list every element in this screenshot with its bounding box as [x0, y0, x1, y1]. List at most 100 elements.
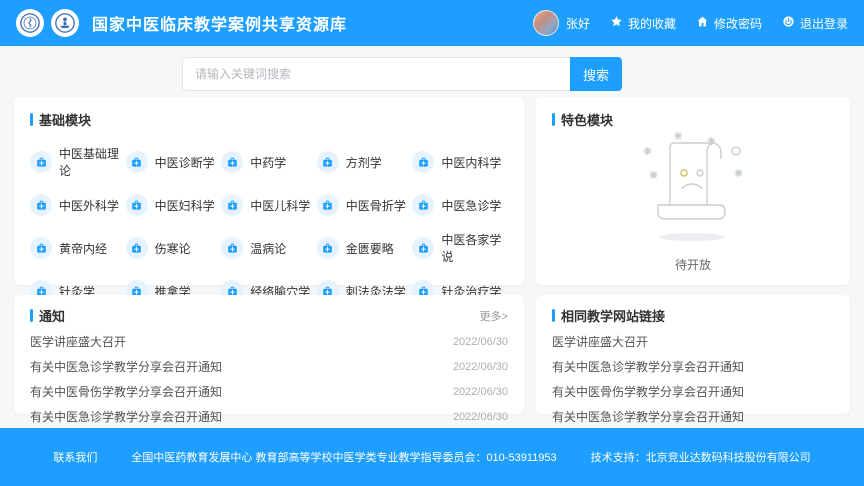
module-item-wenbing-lun[interactable]: 温病论 [221, 231, 317, 265]
module-label: 中医急诊学 [441, 197, 501, 214]
module-item-tcm-diagnostics[interactable]: 中医诊断学 [126, 145, 222, 179]
notice-title: 有关中医骨伤学教学分享会召开通知 [30, 383, 222, 400]
medical-kit-icon [412, 151, 434, 173]
module-label: 黄帝内经 [59, 240, 107, 257]
module-item-chinese-pharmacy[interactable]: 中药学 [221, 145, 317, 179]
footer-tech-support-text: 技术支持：北京竞业达数码科技股份有限公司 [591, 449, 811, 465]
module-label: 中药学 [250, 154, 286, 171]
related-link[interactable]: 有关中医急诊学教学分享会召开通知 [552, 358, 834, 375]
module-item-formula-science[interactable]: 方剂学 [317, 145, 413, 179]
module-label: 伤寒论 [155, 240, 191, 257]
my-favorites-button[interactable]: 我的收藏 [610, 15, 676, 32]
module-item-tcm-emergency[interactable]: 中医急诊学 [412, 194, 508, 216]
module-label: 方剂学 [346, 154, 382, 171]
medical-kit-icon [30, 237, 52, 259]
related-links-card: 相同教学网站链接 医学讲座盛大召开 有关中医急诊学教学分享会召开通知 有关中医骨… [536, 295, 850, 414]
featured-modules-card: 特色模块 [536, 97, 850, 285]
module-item-tcm-gynecology[interactable]: 中医妇科学 [126, 194, 222, 216]
related-link[interactable]: 医学讲座盛大召开 [552, 333, 834, 350]
notices-title-wrap: 通知 [30, 306, 65, 325]
medical-kit-icon [126, 151, 148, 173]
medical-kit-icon [412, 194, 434, 216]
notice-date: 2022/06/30 [453, 361, 508, 373]
institution-seal-icon [51, 9, 79, 37]
basic-modules-title: 基础模块 [39, 110, 91, 129]
module-item-huangdi-neijing[interactable]: 黄帝内经 [30, 231, 126, 265]
username: 张好 [566, 15, 590, 32]
medical-kit-icon [221, 151, 243, 173]
notice-title: 有关中医急诊学教学分享会召开通知 [30, 358, 222, 375]
module-label: 中医儿科学 [250, 197, 310, 214]
change-password-label: 修改密码 [714, 15, 762, 32]
module-item-tcm-basic-theory[interactable]: 中医基础理论 [30, 145, 126, 179]
notice-date: 2022/06/30 [453, 386, 508, 398]
medical-kit-icon [317, 151, 339, 173]
home-icon [696, 15, 709, 31]
notice-row[interactable]: 医学讲座盛大召开 2022/06/30 [30, 333, 508, 350]
my-favorites-label: 我的收藏 [628, 15, 676, 32]
module-label: 中医外科学 [59, 197, 119, 214]
search-box: 搜索 [182, 57, 622, 91]
notices-title: 通知 [39, 306, 65, 325]
page-title: 国家中医临床教学案例共享资源库 [92, 11, 347, 35]
medical-kit-icon [412, 237, 434, 259]
empty-state-label: 待开放 [536, 256, 850, 273]
module-item-shanghan-lun[interactable]: 伤寒论 [126, 231, 222, 265]
medical-kit-icon [30, 151, 52, 173]
module-item-tcm-fracture[interactable]: 中医骨折学 [317, 194, 413, 216]
notice-date: 2022/06/30 [453, 336, 508, 348]
module-label: 中医各家学说 [441, 231, 508, 265]
module-item-tcm-pediatrics[interactable]: 中医儿科学 [221, 194, 317, 216]
related-links-title: 相同教学网站链接 [561, 306, 665, 325]
module-item-jingui-yaolue[interactable]: 金匮要略 [317, 231, 413, 265]
medical-kit-icon [317, 194, 339, 216]
notice-title: 有关中医急诊学教学分享会召开通知 [30, 408, 222, 425]
title-accent-bar [30, 113, 33, 126]
module-label: 中医骨折学 [346, 197, 406, 214]
change-password-button[interactable]: 修改密码 [696, 15, 762, 32]
related-link[interactable]: 有关中医急诊学教学分享会召开通知 [552, 408, 834, 425]
footer-org-text: 全国中医药教育发展中心 教育部高等学校中医学类专业教学指导委员会：010-539… [131, 449, 556, 465]
basic-modules-card: 基础模块 中医基础理论 中医诊断学 中药学 方剂学 中医内科学 中医外科学 中医… [14, 97, 524, 285]
module-item-tcm-internal-medicine[interactable]: 中医内科学 [412, 145, 508, 179]
notices-more-link[interactable]: 更多> [480, 308, 508, 324]
related-links-title-row: 相同教学网站链接 [552, 306, 834, 325]
medical-kit-icon [317, 237, 339, 259]
empty-state: 待开放 [536, 125, 850, 273]
university-seal-icon [16, 9, 44, 37]
site-footer: 联系我们 全国中医药教育发展中心 教育部高等学校中医学类专业教学指导委员会：01… [0, 428, 864, 486]
module-label: 温病论 [250, 240, 286, 257]
module-label: 金匮要略 [346, 240, 394, 257]
empty-scroll-illustration [608, 125, 778, 247]
medical-kit-icon [126, 237, 148, 259]
notice-row[interactable]: 有关中医急诊学教学分享会召开通知 2022/06/30 [30, 358, 508, 375]
module-label: 中医妇科学 [155, 197, 215, 214]
star-icon [610, 15, 623, 31]
notice-row[interactable]: 有关中医急诊学教学分享会召开通知 2022/06/30 [30, 408, 508, 425]
power-icon [782, 15, 795, 31]
notice-row[interactable]: 有关中医骨伤学教学分享会召开通知 2022/06/30 [30, 383, 508, 400]
search-button[interactable]: 搜索 [570, 57, 622, 91]
medical-kit-icon [221, 237, 243, 259]
basic-modules-title-row: 基础模块 [30, 110, 508, 129]
notices-card: 通知 更多> 医学讲座盛大召开 2022/06/30 有关中医急诊学教学分享会召… [14, 295, 524, 414]
module-item-tcm-surgery[interactable]: 中医外科学 [30, 194, 126, 216]
medical-kit-icon [30, 194, 52, 216]
medical-kit-icon [221, 194, 243, 216]
modules-grid: 中医基础理论 中医诊断学 中药学 方剂学 中医内科学 中医外科学 中医妇科学 中… [30, 145, 508, 302]
logout-button[interactable]: 退出登录 [782, 15, 848, 32]
notices-title-row: 通知 更多> [30, 306, 508, 325]
notice-title: 医学讲座盛大召开 [30, 333, 126, 350]
avatar[interactable] [533, 10, 559, 36]
module-item-tcm-schools[interactable]: 中医各家学说 [412, 231, 508, 265]
module-label: 中医内科学 [441, 154, 501, 171]
logout-label: 退出登录 [800, 15, 848, 32]
module-label: 中医诊断学 [155, 154, 215, 171]
footer-contact-label[interactable]: 联系我们 [53, 449, 97, 465]
module-label: 中医基础理论 [59, 145, 126, 179]
header-user-area: 张好 我的收藏 修改密码 退出登录 [533, 10, 848, 36]
related-link[interactable]: 有关中医骨伤学教学分享会召开通知 [552, 383, 834, 400]
main-content: 基础模块 中医基础理论 中医诊断学 中药学 方剂学 中医内科学 中医外科学 中医… [0, 97, 864, 414]
search-input[interactable] [182, 57, 570, 91]
notice-date: 2022/06/30 [453, 411, 508, 423]
